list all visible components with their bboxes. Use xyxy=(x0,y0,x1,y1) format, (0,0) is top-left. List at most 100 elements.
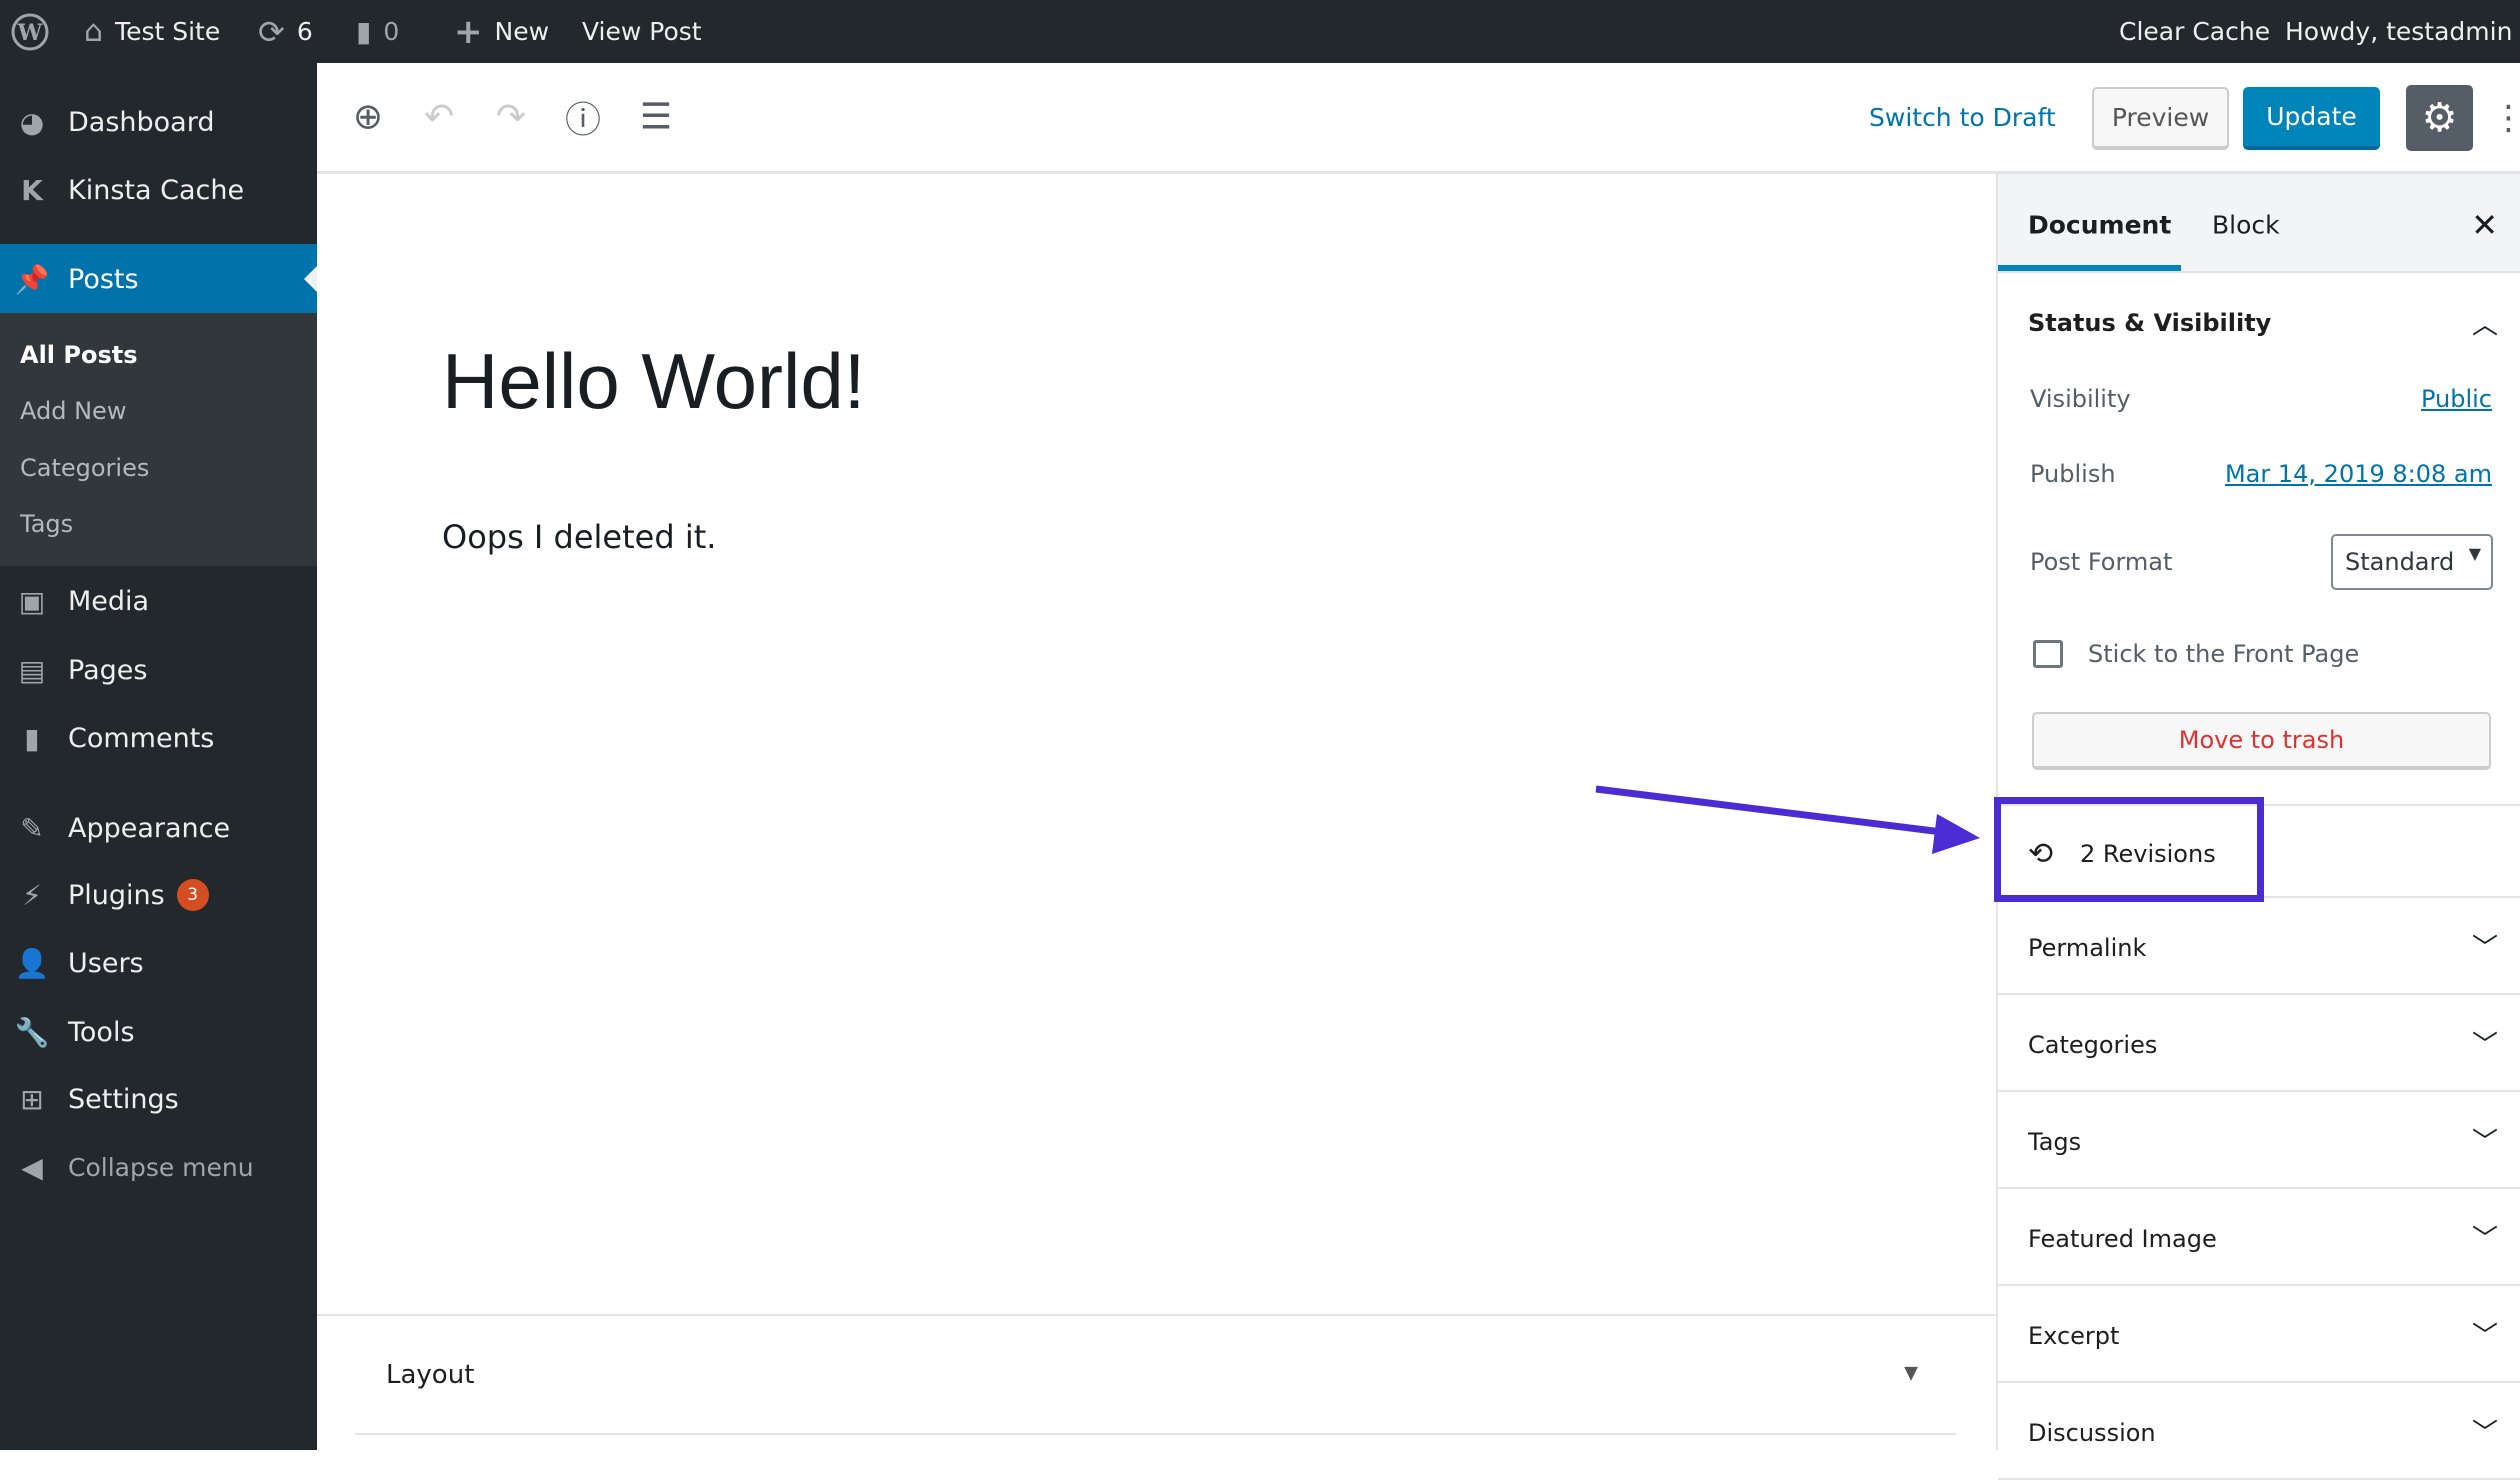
sticky-label[interactable]: Stick to the Front Page xyxy=(2088,640,2359,668)
more-options-button[interactable]: ⋮ xyxy=(2497,85,2520,151)
move-to-trash-button[interactable]: Move to trash xyxy=(2032,712,2491,770)
close-icon[interactable]: ✕ xyxy=(2471,206,2498,244)
layout-metabox[interactable]: Layout ▼ xyxy=(355,1316,1956,1435)
submenu-tags[interactable]: Tags xyxy=(20,510,73,538)
caret-down-icon: ▼ xyxy=(2469,544,2481,563)
settings-gear-button[interactable]: ⚙ xyxy=(2406,85,2473,151)
more-vertical-icon: ⋮ xyxy=(2492,98,2520,138)
pin-icon: 📌 xyxy=(14,263,50,296)
tab-document[interactable]: Document xyxy=(2028,211,2171,240)
sidebar-item-media[interactable]: ▣Media xyxy=(0,571,317,631)
sidebar-item-tools[interactable]: 🔧Tools xyxy=(0,1002,317,1062)
layout-metabox-title: Layout xyxy=(386,1360,474,1390)
gear-icon: ⚙ xyxy=(2422,95,2458,141)
kinsta-icon: K xyxy=(14,174,50,207)
chevron-down-icon: ﹀ xyxy=(2472,1025,2498,1062)
new-link[interactable]: +New xyxy=(454,0,549,63)
sticky-checkbox[interactable] xyxy=(2033,640,2063,668)
info-icon[interactable]: ⓘ xyxy=(565,91,601,143)
comments-link[interactable]: ▮0 xyxy=(356,0,399,63)
plugins-update-badge: 3 xyxy=(177,879,209,911)
outline-icon[interactable]: ☰ xyxy=(640,97,672,138)
sidebar-tabs: Document Block ✕ xyxy=(1998,174,2520,273)
users-icon: 👤 xyxy=(14,947,50,980)
post-format-select[interactable]: Standard▼ xyxy=(2331,534,2493,590)
add-block-icon[interactable]: ⊕ xyxy=(353,97,383,138)
panel-title: Categories xyxy=(2028,1031,2157,1059)
wordpress-logo-icon[interactable]: W xyxy=(10,0,50,63)
active-tab-indicator xyxy=(1998,265,2181,271)
admin-sidebar: All Posts Add New Categories Tags ◕Dashb… xyxy=(0,63,317,1450)
home-icon: ⌂ xyxy=(84,14,103,49)
comments-icon: ▮ xyxy=(14,722,50,755)
dashboard-icon: ◕ xyxy=(14,106,50,139)
sidebar-item-posts[interactable]: 📌Posts xyxy=(0,249,317,309)
sidebar-item-plugins[interactable]: ⚡Plugins3 xyxy=(0,865,317,925)
admin-bar: W ⌂Test Site ⟳6 ▮0 +New View Post Clear … xyxy=(0,0,2520,63)
settings-icon: ⊞ xyxy=(14,1083,50,1116)
pages-icon: ▤ xyxy=(14,654,50,687)
visibility-link[interactable]: Public xyxy=(2421,385,2492,413)
chevron-down-icon: ﹀ xyxy=(2472,1413,2498,1450)
sidebar-item-dashboard[interactable]: ◕Dashboard xyxy=(0,92,317,152)
status-visibility-panel: Status & Visibility ︿ Visibility Public … xyxy=(1998,273,2520,804)
updates-link[interactable]: ⟳6 xyxy=(258,0,313,63)
clear-cache-link[interactable]: Clear Cache xyxy=(2119,0,2270,63)
chevron-down-icon: ﹀ xyxy=(2472,1219,2498,1256)
view-post-link[interactable]: View Post xyxy=(582,0,702,63)
panel-title: Featured Image xyxy=(2028,1225,2217,1253)
collapse-menu-button[interactable]: ◀Collapse menu xyxy=(0,1137,317,1197)
tags-panel[interactable]: Tags ﹀ xyxy=(1998,1092,2520,1189)
chevron-down-icon: ﹀ xyxy=(2472,1122,2498,1159)
revisions-highlight-box xyxy=(1994,797,2264,902)
publish-date-link[interactable]: Mar 14, 2019 8:08 am xyxy=(2225,460,2492,488)
panel-title: Permalink xyxy=(2028,934,2146,962)
excerpt-panel[interactable]: Excerpt ﹀ xyxy=(1998,1286,2520,1383)
sidebar-item-comments[interactable]: ▮Comments xyxy=(0,708,317,768)
categories-panel[interactable]: Categories ﹀ xyxy=(1998,995,2520,1092)
chevron-down-icon: ﹀ xyxy=(2472,928,2498,965)
post-title[interactable]: Hello World! xyxy=(442,336,865,427)
brush-icon: ✎ xyxy=(14,812,50,845)
discussion-panel[interactable]: Discussion ﹀ xyxy=(1998,1383,2520,1480)
site-link[interactable]: ⌂Test Site xyxy=(84,0,220,63)
preview-button[interactable]: Preview xyxy=(2092,87,2229,150)
sidebar-item-kinsta-cache[interactable]: KKinsta Cache xyxy=(0,160,317,220)
panel-title: Discussion xyxy=(2028,1419,2156,1447)
plus-icon: + xyxy=(454,12,483,52)
submenu-categories[interactable]: Categories xyxy=(20,454,149,482)
sidebar-item-users[interactable]: 👤Users xyxy=(0,933,317,993)
switch-to-draft-button[interactable]: Switch to Draft xyxy=(1869,87,2056,147)
chevron-up-icon[interactable]: ︿ xyxy=(2472,305,2498,342)
publish-label: Publish xyxy=(2030,460,2116,488)
editor-toolbar: ⊕ ↶ ↷ ⓘ ☰ Switch to Draft Preview Update… xyxy=(317,63,2520,174)
sidebar-item-settings[interactable]: ⊞Settings xyxy=(0,1069,317,1129)
annotation-arrow xyxy=(1580,770,2000,860)
post-format-label: Post Format xyxy=(2030,548,2172,576)
svg-text:W: W xyxy=(17,20,43,46)
sidebar-item-pages[interactable]: ▤Pages xyxy=(0,640,317,700)
status-visibility-title[interactable]: Status & Visibility xyxy=(2028,309,2271,337)
collapse-icon: ◀ xyxy=(14,1151,50,1184)
featured-image-panel[interactable]: Featured Image ﹀ xyxy=(1998,1189,2520,1286)
settings-sidebar: Document Block ✕ Status & Visibility ︿ V… xyxy=(1996,174,2520,1450)
posts-submenu: All Posts Add New Categories Tags xyxy=(0,313,317,566)
submenu-all-posts[interactable]: All Posts xyxy=(20,341,138,369)
redo-icon[interactable]: ↷ xyxy=(496,97,526,138)
caret-down-icon[interactable]: ▼ xyxy=(1904,1362,1918,1383)
chevron-down-icon: ﹀ xyxy=(2472,1316,2498,1353)
tab-block[interactable]: Block xyxy=(2212,211,2280,240)
account-menu[interactable]: Howdy, testadmin xyxy=(2285,0,2520,63)
paragraph-block[interactable]: Oops I deleted it. xyxy=(442,518,716,556)
panel-title: Excerpt xyxy=(2028,1322,2119,1350)
media-icon: ▣ xyxy=(14,585,50,618)
panel-title: Tags xyxy=(2028,1128,2081,1156)
comment-icon: ▮ xyxy=(356,15,371,48)
update-button[interactable]: Update xyxy=(2243,87,2380,150)
plugin-icon: ⚡ xyxy=(14,879,50,912)
permalink-panel[interactable]: Permalink ﹀ xyxy=(1998,898,2520,995)
sidebar-item-appearance[interactable]: ✎Appearance xyxy=(0,798,317,858)
visibility-label: Visibility xyxy=(2030,385,2131,413)
submenu-add-new[interactable]: Add New xyxy=(20,397,126,425)
undo-icon[interactable]: ↶ xyxy=(424,97,454,138)
